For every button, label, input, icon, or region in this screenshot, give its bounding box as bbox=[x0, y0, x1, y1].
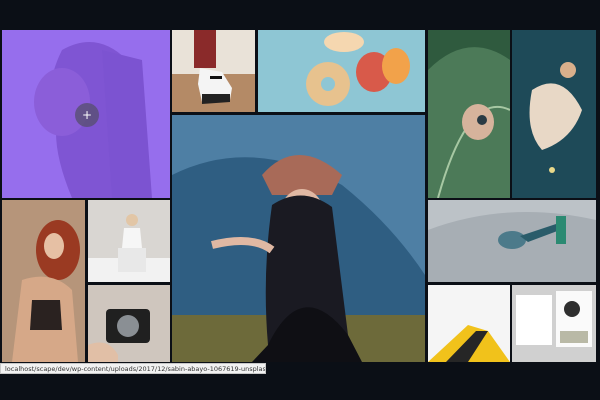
gallery-tile-underwater-dress[interactable] bbox=[512, 30, 596, 198]
gallery-tile-sneakers[interactable] bbox=[172, 30, 255, 112]
gallery-tile-red-hair-woman[interactable] bbox=[2, 200, 85, 362]
status-bar-url: localhost/scape/dev/wp-content/uploads/2… bbox=[0, 363, 266, 374]
gallery-tile-crowned-woman-featured[interactable] bbox=[172, 115, 425, 362]
gallery-tile-magazine-pages[interactable] bbox=[512, 285, 596, 362]
gallery-tile-portrait-braids[interactable]: + bbox=[2, 30, 170, 198]
gallery-tile-hand-camera[interactable] bbox=[88, 285, 170, 362]
plus-icon[interactable]: + bbox=[75, 103, 99, 127]
gallery-grid: + localhost/scape/dev/wp-content/uploads… bbox=[0, 0, 600, 400]
gallery-tile-skateboarder[interactable] bbox=[428, 200, 596, 282]
gallery-tile-yellow-building[interactable] bbox=[428, 285, 510, 362]
gallery-tile-leaf-eye[interactable] bbox=[428, 30, 510, 198]
gallery-tile-woman-stool[interactable] bbox=[88, 200, 170, 282]
gallery-tile-donuts[interactable] bbox=[258, 30, 425, 112]
